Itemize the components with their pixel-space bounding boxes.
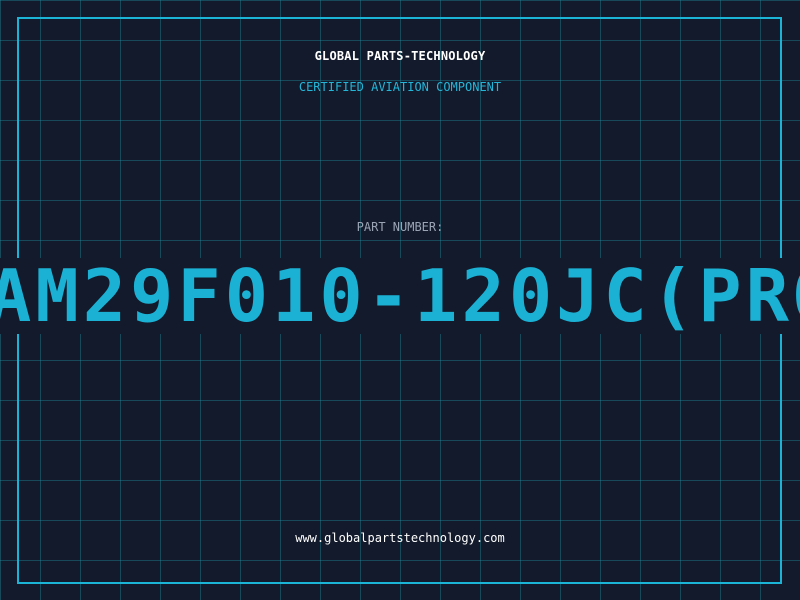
certificate-card: GLOBAL PARTS-TECHNOLOGY CERTIFIED AVIATI… — [0, 0, 800, 600]
certification-subtitle: CERTIFIED AVIATION COMPONENT — [298, 80, 502, 94]
part-number-band: AM29F010-120JC(PROG) — [0, 258, 800, 334]
brand-title: GLOBAL PARTS-TECHNOLOGY — [314, 49, 486, 63]
part-number-value: AM29F010-120JC(PROG) — [0, 258, 800, 334]
website-url[interactable]: www.globalpartstechnology.com — [0, 531, 800, 545]
part-number-label: PART NUMBER: — [356, 220, 444, 234]
